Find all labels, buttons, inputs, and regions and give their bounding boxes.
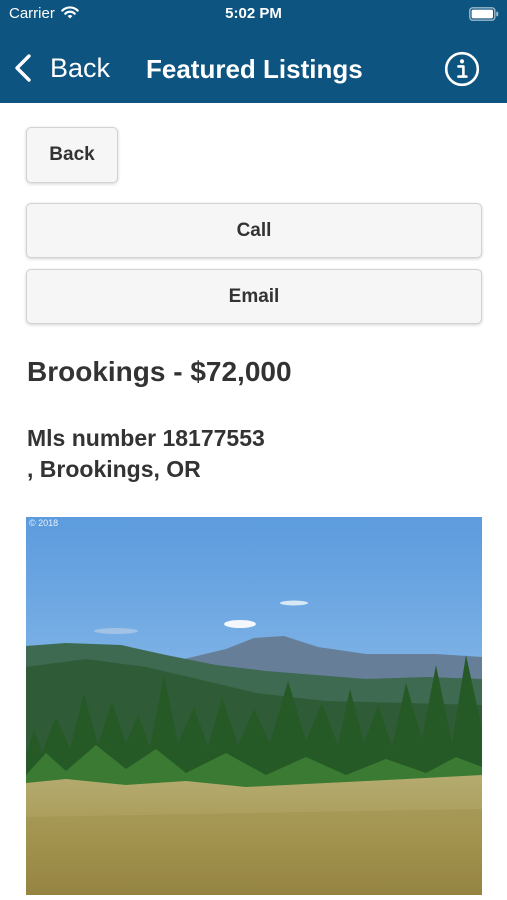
page-title: Featured Listings (146, 54, 363, 84)
status-bar: Carrier 5:02 PM (0, 0, 507, 28)
chevron-left-icon (15, 54, 31, 82)
nav-back-button[interactable]: Back (12, 51, 110, 85)
email-button[interactable]: Email (26, 269, 482, 324)
nav-back-label: Back (50, 53, 111, 83)
navigation-bar: Back Featured Listings (0, 40, 507, 96)
landscape-image (26, 517, 482, 895)
back-button[interactable]: Back (26, 127, 118, 183)
top-bar: Carrier 5:02 PM Back Featured Listings (0, 0, 507, 103)
call-button[interactable]: Call (26, 203, 482, 258)
status-time: 5:02 PM (225, 5, 282, 22)
photo-copyright: © 2018 (29, 518, 59, 528)
listing-mls-number: Mls number 18177553 (27, 425, 265, 451)
listing-title: Brookings - $72,000 (27, 356, 292, 387)
info-icon[interactable] (444, 51, 480, 87)
listing-location: , Brookings, OR (27, 456, 201, 482)
battery-icon (469, 7, 499, 21)
listing-photo: © 2018 (26, 517, 482, 895)
